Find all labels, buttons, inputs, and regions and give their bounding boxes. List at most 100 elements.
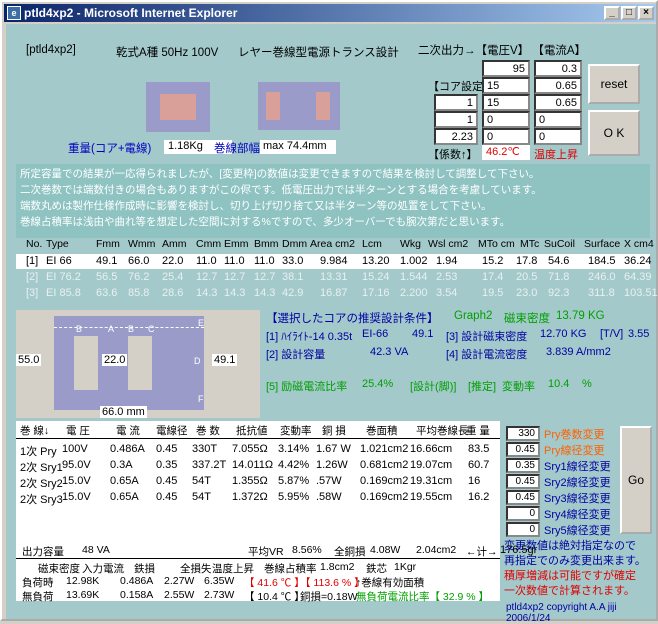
summary-header: 入力電流 [82, 563, 124, 575]
winding-col-header: 抵抗値 [236, 425, 268, 437]
side-input[interactable] [506, 522, 540, 537]
core-cell: 11.0 [254, 255, 275, 267]
summary-noload-cell: 銅損=0.18W [300, 591, 358, 603]
winding-cell: 3.14% [278, 443, 310, 455]
selected-title: 【選択したコアの推奨設計条件】 [266, 313, 439, 325]
core-cell: 2.53 [436, 271, 458, 283]
summary-panel: 出力容量 48 VA 平均VR 8.56% 全銅損 4.08W 2.04cm2 … [16, 541, 500, 603]
side-input[interactable] [506, 474, 540, 489]
winding-cell: 0.681cm2 [360, 459, 409, 471]
core-label-b: B [76, 324, 83, 334]
side-input[interactable] [506, 490, 540, 505]
spec-text: 乾式A種 50Hz 100V [116, 47, 219, 59]
core-cell: 92.3 [548, 287, 570, 299]
core-cell: EI 76.2 [46, 271, 81, 283]
regulation-label: 変動率 [502, 381, 535, 393]
design-capacity-value: 42.3 VA [370, 346, 409, 358]
current-4-input[interactable] [534, 111, 582, 128]
voltage-2-input[interactable] [482, 77, 530, 94]
note-line: 巻線占積率は浅由や曲れ等を想定した空間に対する%ですので、多少オーバーでも腕次第… [20, 216, 511, 228]
side-change-link[interactable]: Sry4線径変更 [544, 506, 611, 522]
design-leg-label: [設計(脚)] [410, 381, 457, 393]
core-cell: 246.0 [588, 271, 616, 283]
winding-cell: 330T [192, 443, 218, 455]
core-param-2-input[interactable] [434, 111, 478, 128]
side-change-link[interactable]: Pry線径変更 [544, 442, 605, 458]
dim-w-label: 66.0 mm [100, 406, 147, 418]
side-input[interactable] [506, 506, 540, 521]
core-cell: 16.87 [320, 287, 348, 299]
side-input[interactable] [506, 442, 540, 457]
side-input[interactable] [506, 458, 540, 473]
core-cell: 12.7 [254, 271, 276, 283]
voltage-3-input[interactable] [482, 94, 530, 111]
core-param-1-input[interactable] [434, 94, 478, 111]
core-row[interactable]: [2] EI 76.2 56.5 76.2 25.4 12.7 12.7 12.7 38.1 13… [16, 270, 652, 285]
current-2-input[interactable] [534, 77, 582, 94]
core-row[interactable]: [3] EI 85.8 63.6 85.8 28.6 14.3 14.3 14.3 42.9 16… [16, 286, 658, 301]
core-cell: 85.8 [128, 287, 150, 299]
core-cell: 103.51 [624, 287, 658, 299]
coef-label: 【係数↑】 [428, 149, 478, 161]
core-cell: 66.0 [128, 255, 150, 267]
current-3-input[interactable] [534, 94, 582, 111]
core-cell: 12.7 [224, 271, 246, 283]
core-cell: 311.8 [588, 287, 615, 299]
col-area: Area cm2 [310, 238, 355, 250]
app-tag: [ptld4xp2] [26, 44, 76, 56]
minimize-button[interactable]: _ [604, 6, 620, 20]
close-button[interactable]: × [638, 6, 654, 20]
winding-row: 1次 Pry 100V 0.486A 0.45 330T 7.055Ω 3.14% 1.67 … [16, 443, 500, 458]
notes-panel: 所定容量での結果が一応得られましたが、[変更枠]の数値は変更できますので結果を検… [16, 164, 650, 238]
reset-button[interactable]: reset [588, 64, 640, 104]
winding-header: 巻 線↓ 電 圧 電 流 電線径巻 数 抵抗値 変動率銅 損 巻面積 平均巻線長重 量 [16, 423, 500, 437]
regulation-unit: % [582, 378, 592, 390]
width-label: 巻線部幅 [214, 143, 260, 155]
summary-header: 1Kgr [394, 561, 417, 573]
core-param-3-input[interactable] [434, 128, 478, 145]
side-input[interactable] [506, 426, 540, 441]
winding-col-header: 銅 損 [322, 425, 346, 437]
side-change-link[interactable]: Sry5線径変更 [544, 522, 611, 538]
weight-label: 重量(コア+電線) [68, 143, 152, 155]
col-mtc: MTc [520, 238, 540, 250]
side-change-link[interactable]: Pry巻数変更 [544, 426, 605, 442]
core-cell: 15.2 [482, 255, 504, 267]
estimate-label: [推定] [468, 381, 497, 393]
side-change-link[interactable]: Sry1線径変更 [544, 458, 611, 474]
tv-value: 3.55 [628, 328, 650, 340]
maximize-button[interactable]: □ [621, 6, 637, 20]
side-change-link[interactable]: Sry2線径変更 [544, 474, 611, 490]
graph-label: Graph2 [454, 310, 493, 322]
current-5-input[interactable] [534, 128, 582, 145]
core-table-header: No. Type Fmm Wmm Amm Cmm Emm Bmm Dmm Are… [16, 238, 654, 253]
winding-cell: 7.055Ω [232, 443, 268, 455]
core-cell: 14.3 [196, 287, 218, 299]
col-dmm: Dmm [282, 238, 308, 250]
core-row[interactable]: [1] EI 66 49.1 66.0 22.0 11.0 11.0 11.0 33.0 9.98… [16, 254, 652, 269]
winding-cell: 1.372Ω [232, 491, 268, 503]
winding-cell: 95.0V [62, 459, 91, 471]
go-button[interactable]: Go [620, 426, 652, 534]
side-change-link[interactable]: Sry3線径変更 [544, 490, 611, 506]
output-value: 48 VA [82, 544, 110, 556]
col-mto: MTo cm [478, 238, 515, 250]
col-no: No. [26, 238, 43, 250]
winding-cell: 0.486A [110, 443, 145, 455]
voltage-1-input[interactable] [482, 60, 530, 77]
core-cell: 42.9 [282, 287, 304, 299]
voltage-4-input[interactable] [482, 111, 530, 128]
core-cell: 13.31 [320, 271, 348, 283]
current-1-input[interactable] [534, 60, 582, 77]
winding-col-header: 電 圧 [66, 425, 90, 437]
core-cell: 11.0 [224, 255, 245, 267]
winding-cell: 0.65A [110, 491, 139, 503]
ok-button[interactable]: O K [588, 110, 640, 156]
avg-vr-label: 平均VR [248, 546, 284, 558]
voltage-5-input[interactable] [482, 128, 530, 145]
core-cell: 56.5 [96, 271, 118, 283]
summary-noload-cell: 2.55W [164, 589, 195, 601]
dim-b-label: 22.0 [102, 354, 128, 366]
flux-value: 13.79 KG [556, 310, 605, 322]
core-cell: 1.002 [400, 255, 428, 267]
